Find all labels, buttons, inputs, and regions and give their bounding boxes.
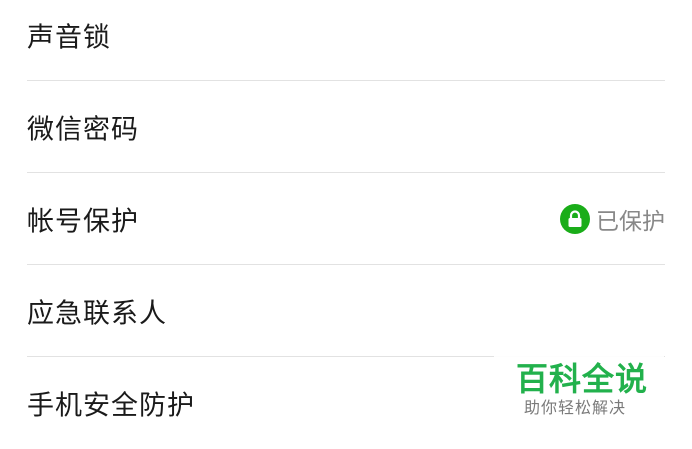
settings-item-label: 微信密码: [27, 114, 139, 146]
watermark-subtitle: 助你轻松解决: [524, 398, 627, 417]
watermark-logo: 百科全说 助你轻松解决: [494, 354, 664, 434]
settings-item-label: 帐号保护: [27, 206, 139, 238]
settings-item-account-protection[interactable]: 帐号保护 已保护: [0, 173, 692, 265]
lock-icon: [560, 204, 590, 234]
settings-list: 声音锁 微信密码 帐号保护 已保护 应急联系人 手机安全防护 百科全说 助你轻松…: [0, 0, 692, 447]
settings-item-emergency-contact[interactable]: 应急联系人: [0, 265, 692, 357]
settings-item-label: 应急联系人: [27, 298, 167, 330]
protection-status: 已保护: [560, 202, 665, 236]
settings-item-label: 手机安全防护: [27, 390, 195, 422]
settings-item-label: 声音锁: [27, 22, 111, 54]
settings-item-wechat-password[interactable]: 微信密码: [0, 81, 692, 173]
status-text: 已保护: [596, 209, 665, 235]
settings-item-voice-lock[interactable]: 声音锁: [0, 0, 692, 81]
